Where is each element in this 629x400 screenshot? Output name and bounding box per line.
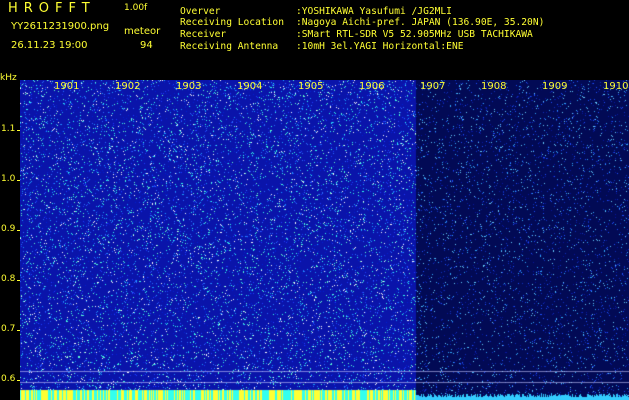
frequency-tick-label: 1.1 [1, 124, 16, 134]
spectrogram-canvas [20, 80, 629, 400]
time-tick-label: 1906 [359, 81, 385, 92]
time-tick-label: 1909 [542, 81, 568, 92]
frequency-tick-mark [17, 380, 20, 381]
spectrogram [20, 80, 629, 400]
time-tick-label: 1902 [115, 81, 141, 92]
time-tick-label: 1905 [298, 81, 324, 92]
frequency-tick-label: 0.9 [1, 224, 16, 234]
frequency-tick-label: 1.0 [1, 174, 16, 184]
meteor-count: 94 [140, 40, 153, 51]
frequency-tick-mark [17, 180, 20, 181]
frequency-tick-mark [17, 230, 20, 231]
time-tick-label: 1903 [176, 81, 202, 92]
datetime-label: 26.11.23 19:00 [11, 40, 88, 51]
info-antenna: Receiving Antenna:10mH 3el.YAGI Horizont… [180, 41, 464, 52]
frequency-tick-mark [17, 280, 20, 281]
time-tick-label: 1908 [481, 81, 507, 92]
version-label: 1.00f [124, 3, 148, 13]
info-receiver: Receiver:SMart RTL-SDR V5 52.905MHz USB … [180, 29, 533, 40]
time-tick-label: 1901 [54, 81, 80, 92]
info-location: Receiving Location:Nagoya Aichi-pref. JA… [180, 17, 545, 28]
frequency-axis: 1.1 1.0 0.9 0.8 0.7 0.6 [0, 80, 20, 400]
filename-label: YY2611231900.png [11, 21, 110, 32]
time-tick-label: 1907 [420, 81, 446, 92]
frequency-tick-label: 0.7 [1, 324, 16, 334]
time-tick-label: 1904 [237, 81, 263, 92]
meteor-label: meteor [124, 26, 161, 37]
frequency-tick-mark [17, 130, 20, 131]
frequency-tick-label: 0.6 [1, 374, 16, 384]
frequency-tick-mark [17, 330, 20, 331]
time-tick-label: 1910 [603, 81, 629, 92]
frequency-tick-label: 0.8 [1, 274, 16, 284]
info-observer: Overver:YOSHIKAWA Yasufumi /JG2MLI [180, 6, 452, 17]
hrofft-logo: HROFFT [8, 1, 96, 16]
